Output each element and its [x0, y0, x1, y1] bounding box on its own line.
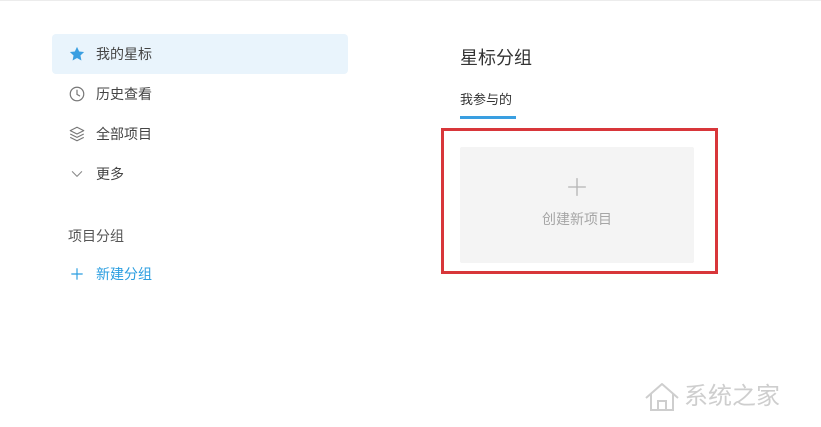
sidebar-item-label: 全部项目 — [96, 127, 152, 143]
new-group-button[interactable]: 新建分组 — [52, 258, 252, 290]
plus-icon — [567, 177, 587, 197]
sidebar: 我的星标 历史查看 全部项目 更多 项目分组 新建分组 — [52, 34, 348, 283]
watermark-text: 系统之家 — [684, 382, 780, 410]
create-project-label: 创建新项目 — [542, 212, 612, 228]
watermark-logo: 系统之家 — [640, 372, 816, 418]
chevron-down-icon — [68, 165, 86, 183]
sidebar-item-starred[interactable]: 我的星标 — [52, 34, 348, 74]
plus-icon — [68, 265, 86, 283]
create-project-card[interactable]: 创建新项目 — [460, 147, 694, 263]
project-group-heading: 项目分组 — [68, 229, 124, 245]
sidebar-item-history[interactable]: 历史查看 — [52, 74, 348, 114]
clock-icon — [68, 85, 86, 103]
page-title: 星标分组 — [460, 48, 532, 69]
active-tab-indicator — [460, 116, 516, 119]
top-divider — [0, 0, 821, 1]
new-group-label: 新建分组 — [96, 267, 152, 283]
sidebar-item-label: 历史查看 — [96, 87, 152, 103]
sidebar-item-all-projects[interactable]: 全部项目 — [52, 114, 348, 154]
sidebar-item-label: 更多 — [96, 167, 124, 183]
sidebar-item-more[interactable]: 更多 — [52, 154, 348, 194]
layers-icon — [68, 125, 86, 143]
star-icon — [68, 45, 86, 63]
tab-participating[interactable]: 我参与的 — [460, 89, 512, 108]
sidebar-item-label: 我的星标 — [96, 47, 152, 63]
